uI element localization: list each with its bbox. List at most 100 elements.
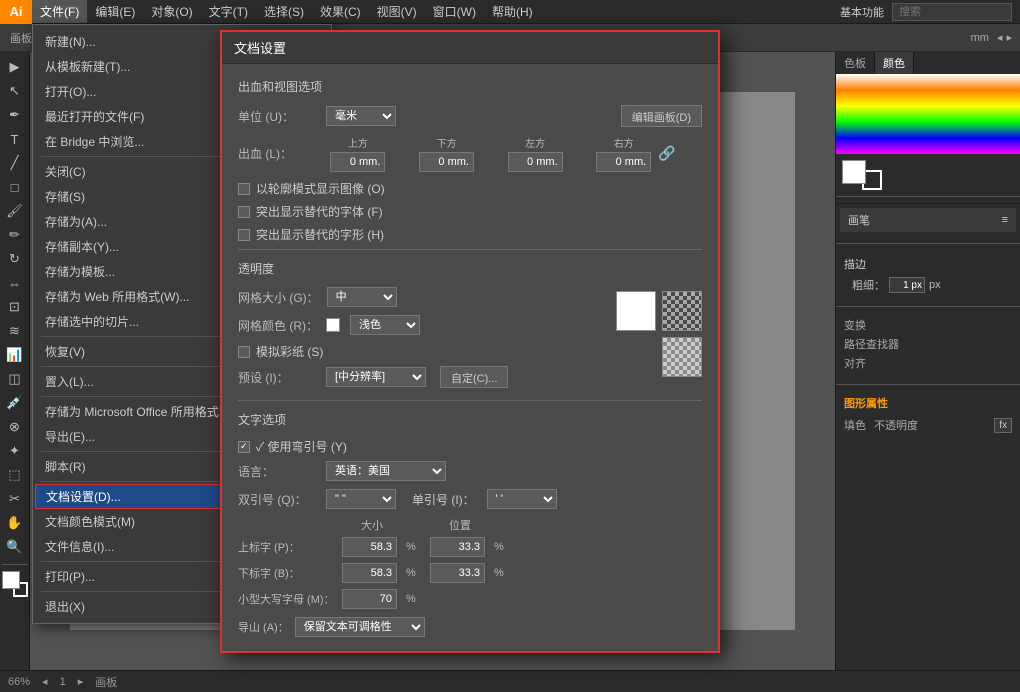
menu-effect[interactable]: 效果(C) bbox=[312, 0, 369, 23]
tool-mirror[interactable]: ⇔ bbox=[3, 272, 27, 294]
grid-size-row: 网格大小 (G)： 中 bbox=[238, 287, 604, 307]
tool-graph[interactable]: 📊 bbox=[3, 344, 27, 366]
tool-pencil[interactable]: ✏ bbox=[3, 224, 27, 246]
subscript-row: 下标字 (B)： % % bbox=[238, 563, 702, 583]
unit-select[interactable]: 毫米 bbox=[326, 106, 396, 126]
grid-size-select[interactable]: 中 bbox=[327, 287, 397, 307]
bleed-left-input[interactable] bbox=[508, 152, 563, 172]
custom-btn[interactable]: 自定(C)... bbox=[440, 366, 508, 388]
color-spectrum bbox=[836, 74, 1020, 154]
menu-edit[interactable]: 编辑(E) bbox=[87, 0, 143, 23]
menu-view[interactable]: 视图(V) bbox=[369, 0, 425, 23]
align-panel-label[interactable]: 对齐 bbox=[844, 355, 1012, 371]
double-quote-select[interactable]: " " bbox=[326, 489, 396, 509]
tool-text[interactable]: T bbox=[3, 128, 27, 150]
tool-pen[interactable]: ✒ bbox=[3, 104, 27, 126]
pathfinder-panel-label[interactable]: 路径查找器 bbox=[844, 336, 1012, 352]
tool-paintbrush[interactable]: 🖌 bbox=[3, 200, 27, 222]
tool-symbol[interactable]: ✦ bbox=[3, 440, 27, 462]
transparency-section: 透明度 网格大小 (G)： 中 网格颜色 (R)： 浅色 bbox=[238, 249, 702, 396]
bleed-right-label: 右方 bbox=[614, 135, 634, 150]
fill-icon[interactable] bbox=[2, 571, 20, 589]
grid-color-select[interactable]: 浅色 bbox=[350, 315, 420, 335]
tool-eyedropper[interactable]: 💉 bbox=[3, 392, 27, 414]
size-col-header: 大小 bbox=[342, 517, 402, 533]
navigate-next[interactable]: ▸ bbox=[1006, 31, 1016, 44]
tool-direct-select[interactable]: ↖ bbox=[3, 80, 27, 102]
mm-unit: mm bbox=[971, 32, 997, 44]
menu-object[interactable]: 对象(O) bbox=[143, 0, 200, 23]
menu-help[interactable]: 帮助(H) bbox=[484, 0, 541, 23]
nav-prev[interactable]: ◂ bbox=[42, 675, 48, 688]
tool-artboard[interactable]: ⬚ bbox=[3, 464, 27, 486]
tool-blend[interactable]: ⊗ bbox=[3, 416, 27, 438]
grid-color-swatch bbox=[326, 318, 340, 332]
fill-not-label: 填色 bbox=[844, 417, 866, 433]
transform-panel-label[interactable]: 变换 bbox=[844, 317, 1012, 333]
checkbox-outline[interactable] bbox=[238, 183, 250, 195]
single-quote-select[interactable]: ' ' bbox=[487, 489, 557, 509]
swatch-bottom-row bbox=[616, 337, 702, 377]
not-fill-label: 不透明度 bbox=[874, 417, 918, 433]
preset-select[interactable]: [中分辨率] bbox=[326, 367, 426, 387]
stroke-header: 描边 bbox=[844, 254, 1012, 274]
subscript-pos-pct: % bbox=[494, 567, 514, 579]
bleed-bottom-input[interactable] bbox=[419, 152, 474, 172]
tool-zoom[interactable]: 🔍 bbox=[3, 536, 27, 558]
tool-rect[interactable]: □ bbox=[3, 176, 27, 198]
fx-btn-inner[interactable]: fx bbox=[994, 418, 1012, 433]
menu-bar: Ai 文件(F) 编辑(E) 对象(O) 文字(T) 选择(S) 效果(C) 视… bbox=[0, 0, 1020, 24]
use-quotes-label: ✓ 使用弯引号 (Y) bbox=[256, 438, 347, 455]
menu-right: 基本功能 bbox=[840, 3, 1020, 21]
menu-file[interactable]: 文件(F) bbox=[32, 0, 87, 23]
unit-label: 单位 (U)： bbox=[238, 108, 318, 125]
menu-window[interactable]: 窗口(W) bbox=[425, 0, 484, 23]
bleed-right-input[interactable] bbox=[596, 152, 651, 172]
nav-next[interactable]: ▸ bbox=[78, 675, 84, 688]
menu-text[interactable]: 文字(T) bbox=[201, 0, 256, 23]
fill-stroke-area bbox=[2, 564, 28, 597]
workspace-label[interactable]: 基本功能 bbox=[840, 4, 884, 20]
smallcaps-input[interactable] bbox=[342, 589, 397, 609]
bleed-left-label: 左方 bbox=[525, 135, 545, 150]
simulate-paper-checkbox[interactable] bbox=[238, 346, 250, 358]
tool-scale[interactable]: ⊡ bbox=[3, 296, 27, 318]
fill-color-swatch[interactable] bbox=[842, 160, 866, 184]
tab-swatches[interactable]: 色板 bbox=[836, 52, 875, 74]
brush-panel-menu[interactable]: ≡ bbox=[1002, 214, 1008, 226]
preset-label: 预设 (I)： bbox=[238, 369, 318, 386]
tool-select[interactable]: ▶ bbox=[3, 56, 27, 78]
text-options-section: 文字选项 ✓ 使用弯引号 (Y) 语言： 英语：美国 双引号 (Q)： " " … bbox=[238, 400, 702, 609]
tool-rotate[interactable]: ↻ bbox=[3, 248, 27, 270]
superscript-label: 上标字 (P)： bbox=[238, 539, 338, 555]
tool-hand[interactable]: ✋ bbox=[3, 512, 27, 534]
transparency-controls: 网格大小 (G)： 中 网格颜色 (R)： 浅色 模 bbox=[238, 287, 604, 396]
menu-select[interactable]: 选择(S) bbox=[256, 0, 312, 23]
edit-board-btn[interactable]: 编辑画板(D) bbox=[621, 105, 702, 127]
checkbox-glyph[interactable] bbox=[238, 229, 250, 241]
divider-4 bbox=[836, 384, 1020, 385]
subscript-size-input[interactable] bbox=[342, 563, 397, 583]
chain-link-icon[interactable]: 🔗 bbox=[658, 145, 678, 162]
fx-button[interactable]: fx bbox=[994, 418, 1012, 433]
tool-slice[interactable]: ✂ bbox=[3, 488, 27, 510]
swatch-light-checker bbox=[662, 291, 702, 331]
superscript-size-input[interactable] bbox=[342, 537, 397, 557]
language-select[interactable]: 英语：美国 bbox=[326, 461, 446, 481]
dialog-title-bar: 文档设置 bbox=[222, 32, 718, 64]
search-input[interactable] bbox=[892, 3, 1012, 21]
single-quote-label: 单引号 (I)： bbox=[412, 491, 475, 508]
bleed-top-input[interactable] bbox=[330, 152, 385, 172]
bottom-select[interactable]: 保留文本可调格性 bbox=[295, 617, 425, 637]
stroke-width-input[interactable] bbox=[889, 277, 925, 293]
tool-gradient[interactable]: ◫ bbox=[3, 368, 27, 390]
superscript-pos-input[interactable] bbox=[430, 537, 485, 557]
tab-color[interactable]: 颜色 bbox=[875, 52, 914, 74]
checkbox-font[interactable] bbox=[238, 206, 250, 218]
tool-warp[interactable]: ≋ bbox=[3, 320, 27, 342]
transparency-swatches bbox=[616, 291, 702, 377]
use-quotes-checkbox[interactable] bbox=[238, 441, 250, 453]
subscript-pos-input[interactable] bbox=[430, 563, 485, 583]
tool-line[interactable]: ╱ bbox=[3, 152, 27, 174]
navigate-prev[interactable]: ◂ bbox=[997, 31, 1007, 44]
